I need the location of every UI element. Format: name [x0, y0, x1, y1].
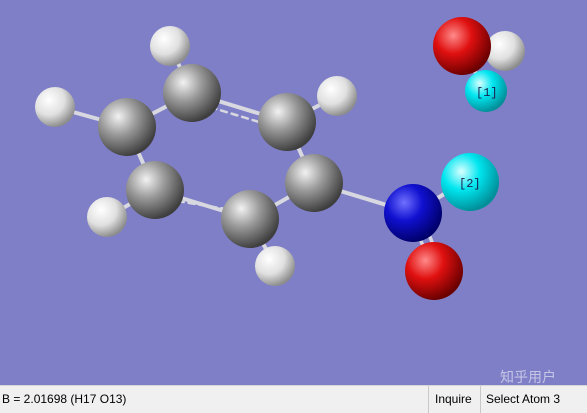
molecule-viewport[interactable]: [1] [2] 知乎用户 — [0, 0, 587, 386]
molecule-canvas[interactable]: [1] [2] 知乎用户 — [0, 0, 587, 386]
atom-c-6[interactable] — [221, 190, 279, 248]
status-bar: B = 2.01698 (H17 O13) Inquire Select Ato… — [0, 385, 587, 413]
atom-h-2[interactable] — [150, 26, 190, 66]
atom-c-3[interactable] — [258, 93, 316, 151]
bonds — [53, 44, 507, 268]
atoms — [35, 17, 525, 300]
mode-indicator: Inquire — [428, 386, 487, 413]
atom-c-4[interactable] — [126, 161, 184, 219]
atom-c-5[interactable] — [285, 154, 343, 212]
atom-h-4[interactable] — [317, 76, 357, 116]
selection-label-1: [1] — [476, 86, 498, 100]
atom-c-2[interactable] — [98, 98, 156, 156]
atom-o-2[interactable] — [405, 242, 463, 300]
atom-h-3[interactable] — [35, 87, 75, 127]
selection-label-2: [2] — [459, 177, 481, 191]
watermark: 知乎用户 — [500, 369, 556, 385]
atom-n-1[interactable] — [384, 184, 442, 242]
atom-c-1[interactable] — [163, 64, 221, 122]
atom-h-6[interactable] — [255, 246, 295, 286]
atom-h-1[interactable] — [485, 31, 525, 71]
selection-prompt: Select Atom 3 — [480, 386, 587, 413]
bond-measurement: B = 2.01698 (H17 O13) — [2, 392, 127, 406]
atom-o-1[interactable] — [433, 17, 491, 75]
atom-h-5[interactable] — [87, 197, 127, 237]
